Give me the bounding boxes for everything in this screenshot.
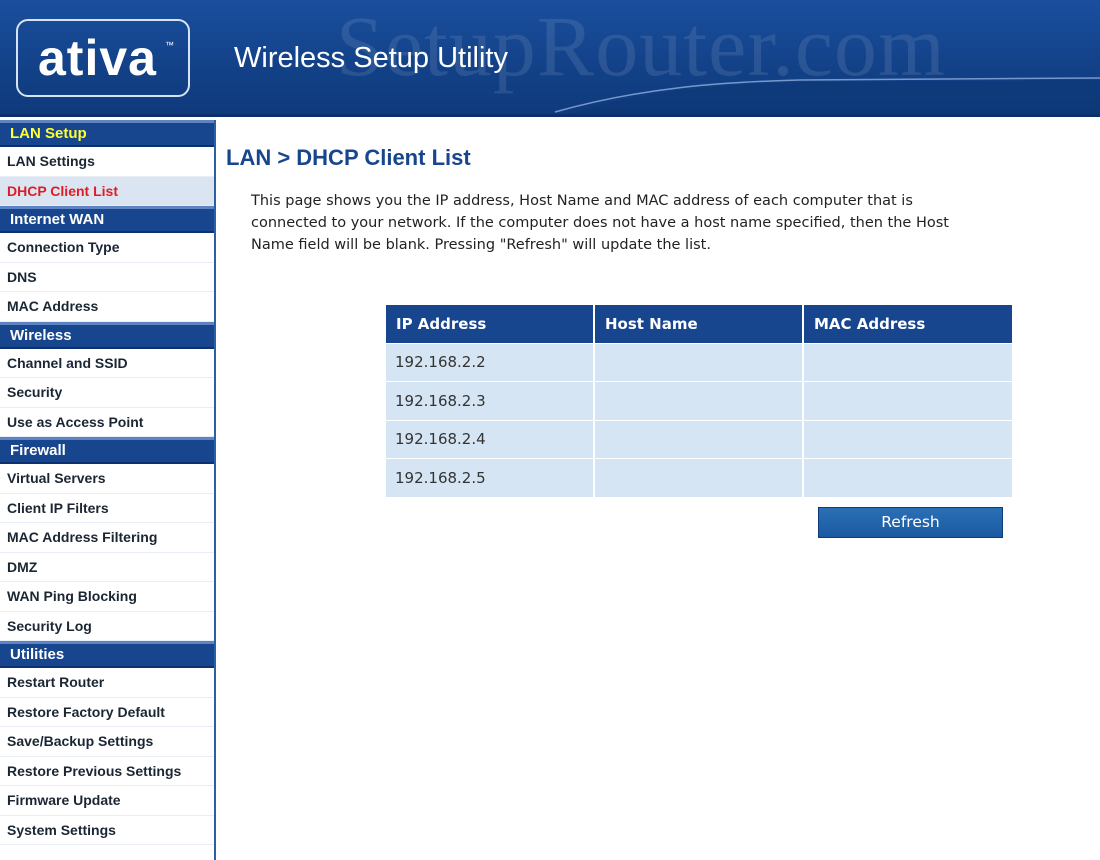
- sidebar-item-dns[interactable]: DNS: [0, 263, 214, 292]
- cell-mac-address: [803, 381, 1012, 420]
- app-title: Wireless Setup Utility: [234, 42, 508, 74]
- sidebar-item-mac-address-filtering[interactable]: MAC Address Filtering: [0, 523, 214, 553]
- cell-ip-address: 192.168.2.5: [386, 458, 595, 497]
- table-row: 192.168.2.3: [386, 381, 1012, 420]
- menu-group-utilities: Utilities Restart Router Restore Factory…: [0, 641, 214, 845]
- sidebar-nav: LAN Setup LAN Settings DHCP Client List …: [0, 120, 216, 860]
- logo-text: ativa: [38, 30, 157, 86]
- sidebar-item-restore-factory-default[interactable]: Restore Factory Default: [0, 698, 214, 727]
- page-title: LAN > DHCP Client List: [226, 145, 471, 170]
- table-header-row: IP Address Host Name MAC Address: [386, 305, 1012, 343]
- cell-mac-address: [803, 342, 1012, 382]
- cell-host-name: [594, 419, 804, 459]
- cell-host-name: [594, 381, 804, 420]
- sidebar-item-channel-and-ssid[interactable]: Channel and SSID: [0, 349, 214, 378]
- sidebar-item-lan-settings[interactable]: LAN Settings: [0, 147, 214, 177]
- cell-mac-address: [803, 458, 1012, 497]
- column-header-mac-address: MAC Address: [803, 305, 1012, 343]
- menu-group-firewall: Firewall Virtual Servers Client IP Filte…: [0, 437, 214, 641]
- sidebar-item-security-log[interactable]: Security Log: [0, 612, 214, 641]
- dhcp-client-table: IP Address Host Name MAC Address 192.168…: [386, 305, 1012, 497]
- header-banner: SetupRouter.com ativa ™ Wireless Setup U…: [0, 0, 1100, 117]
- sidebar-item-save-backup-settings[interactable]: Save/Backup Settings: [0, 727, 214, 757]
- page-description: This page shows you the IP address, Host…: [251, 193, 949, 253]
- cell-ip-address: 192.168.2.4: [386, 419, 595, 459]
- table-row: 192.168.2.4: [386, 419, 1012, 459]
- cell-mac-address: [803, 419, 1012, 459]
- cell-host-name: [594, 458, 804, 497]
- cell-host-name: [594, 342, 804, 382]
- sidebar-item-virtual-servers[interactable]: Virtual Servers: [0, 464, 214, 494]
- table-row: 192.168.2.2: [386, 342, 1012, 382]
- ativa-logo: ativa ™: [16, 19, 190, 97]
- menu-header-lan-setup[interactable]: LAN Setup: [0, 120, 214, 147]
- sidebar-item-mac-address[interactable]: MAC Address: [0, 292, 214, 322]
- cell-ip-address: 192.168.2.3: [386, 381, 595, 420]
- sidebar-item-use-as-access-point[interactable]: Use as Access Point: [0, 408, 214, 437]
- menu-group-wireless: Wireless Channel and SSID Security Use a…: [0, 321, 214, 437]
- column-header-ip-address: IP Address: [386, 305, 595, 343]
- menu-group-internet-wan: Internet WAN Connection Type DNS MAC Add…: [0, 206, 214, 322]
- sidebar-item-client-ip-filters[interactable]: Client IP Filters: [0, 494, 214, 523]
- menu-header-wireless[interactable]: Wireless: [0, 321, 214, 349]
- table-row: 192.168.2.5: [386, 458, 1012, 497]
- logo-trademark: ™: [165, 40, 174, 50]
- sidebar-item-restart-router[interactable]: Restart Router: [0, 668, 214, 698]
- sidebar-item-system-settings[interactable]: System Settings: [0, 816, 214, 845]
- sidebar-item-restore-previous-settings[interactable]: Restore Previous Settings: [0, 757, 214, 786]
- sidebar-item-security[interactable]: Security: [0, 378, 214, 408]
- menu-header-firewall[interactable]: Firewall: [0, 437, 214, 464]
- cell-ip-address: 192.168.2.2: [386, 342, 595, 382]
- menu-header-internet-wan[interactable]: Internet WAN: [0, 206, 214, 233]
- sidebar-item-dmz[interactable]: DMZ: [0, 553, 214, 582]
- sidebar-item-connection-type[interactable]: Connection Type: [0, 233, 214, 263]
- refresh-button[interactable]: Refresh: [818, 507, 1003, 538]
- menu-group-lan-setup: LAN Setup LAN Settings DHCP Client List: [0, 120, 214, 206]
- sidebar-item-firmware-update[interactable]: Firmware Update: [0, 786, 214, 816]
- sidebar-item-wan-ping-blocking[interactable]: WAN Ping Blocking: [0, 582, 214, 612]
- menu-header-utilities[interactable]: Utilities: [0, 641, 214, 668]
- sidebar-item-dhcp-client-list[interactable]: DHCP Client List: [0, 176, 214, 206]
- column-header-host-name: Host Name: [594, 305, 804, 343]
